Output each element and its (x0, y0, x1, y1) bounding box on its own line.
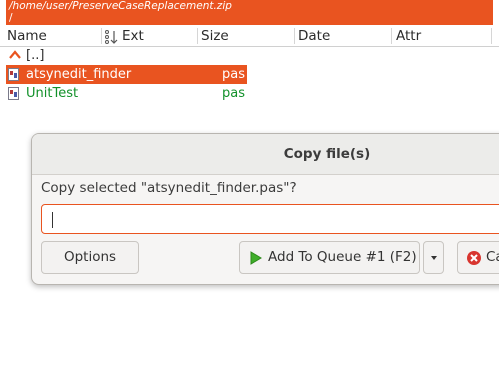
parent-dir-row[interactable]: [..] (6, 46, 206, 65)
cancel-icon (467, 251, 481, 265)
destination-input[interactable] (41, 204, 499, 234)
play-icon (250, 251, 262, 265)
dialog-title-bar[interactable]: Copy file(s) (32, 134, 499, 175)
column-ext[interactable]: Ext (122, 26, 144, 46)
column-size[interactable]: Size (201, 26, 229, 46)
cancel-button-label: Cancel (486, 249, 499, 265)
cancel-button[interactable]: Cancel (457, 241, 499, 274)
column-separator[interactable] (391, 28, 392, 44)
column-separator[interactable] (294, 28, 295, 44)
add-to-queue-button[interactable]: Add To Queue #1 (F2) (239, 241, 420, 274)
text-caret (52, 212, 53, 228)
path-bar[interactable]: /home/user/PreserveCaseReplacement.zip (6, 0, 493, 12)
column-header: Name Ext Size Date Attr (0, 26, 499, 47)
copy-dialog: Copy file(s) Copy selected "atsynedit_fi… (31, 133, 499, 285)
parent-dir-label: [..] (26, 48, 45, 63)
column-separator[interactable] (491, 28, 492, 44)
column-separator[interactable] (101, 28, 102, 44)
column-name[interactable]: Name (7, 26, 47, 46)
file-name: atsynedit_finder (26, 67, 132, 82)
column-separator[interactable] (197, 28, 198, 44)
up-arrow-icon (9, 50, 21, 59)
sort-icon (105, 30, 118, 44)
dialog-prompt: Copy selected "atsynedit_finder.pas"? (41, 180, 297, 196)
column-date[interactable]: Date (298, 26, 330, 46)
queue-dropdown-button[interactable] (423, 241, 444, 274)
file-row[interactable]: UnitTest pas (6, 84, 247, 103)
dialog-title: Copy file(s) (283, 146, 371, 162)
options-button-label: Options (63, 249, 117, 265)
options-button[interactable]: Options (41, 241, 139, 274)
file-name: UnitTest (26, 86, 79, 101)
file-icon (8, 87, 19, 100)
file-ext: pas (222, 67, 245, 82)
subpath-bar[interactable]: / (6, 12, 493, 25)
file-icon (8, 68, 19, 81)
file-row-selected[interactable]: atsynedit_finder pas (6, 65, 247, 84)
add-to-queue-label: Add To Queue #1 (F2) (268, 249, 417, 265)
file-ext: pas (222, 86, 245, 101)
chevron-down-icon (431, 256, 437, 260)
column-attr[interactable]: Attr (396, 26, 421, 46)
